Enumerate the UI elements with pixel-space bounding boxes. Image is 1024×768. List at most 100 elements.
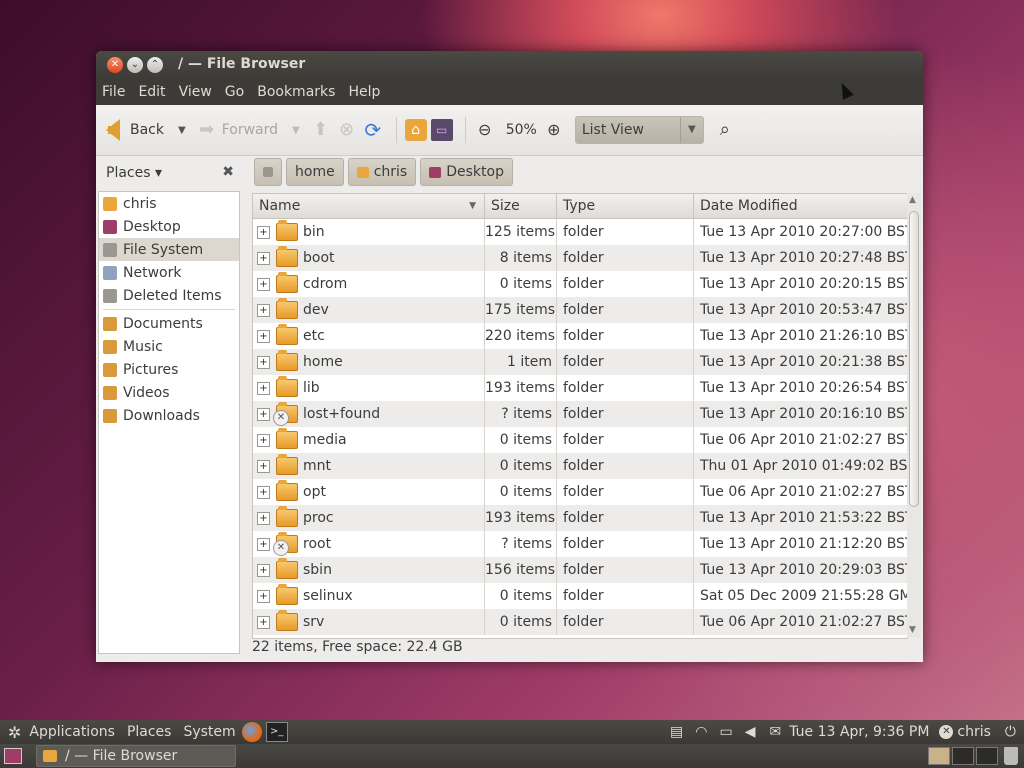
sidebar-item-network[interactable]: Network bbox=[99, 261, 239, 284]
table-row[interactable]: + srv 0 items folder Tue 06 Apr 2010 21:02:2… bbox=[253, 609, 907, 635]
expand-icon[interactable]: + bbox=[257, 355, 270, 369]
scrollbar-thumb[interactable] bbox=[909, 211, 919, 507]
expand-icon[interactable]: + bbox=[257, 381, 270, 395]
workspace-switcher-3[interactable] bbox=[976, 747, 998, 765]
table-row[interactable]: + lib 193 items folder Tue 13 Apr 2010 20:26… bbox=[253, 375, 907, 401]
taskbar-item-file-browser[interactable]: / — File Browser bbox=[36, 745, 236, 767]
search-icon[interactable]: ⌕ bbox=[714, 119, 736, 141]
column-header-type[interactable]: Type bbox=[557, 194, 694, 218]
expand-icon[interactable]: + bbox=[257, 251, 270, 265]
table-row[interactable]: + mnt 0 items folder Thu 01 Apr 2010 01:49:0… bbox=[253, 453, 907, 479]
zoom-in-icon[interactable]: ⊕ bbox=[543, 119, 565, 141]
breadcrumb-root[interactable] bbox=[254, 158, 282, 186]
column-header-size[interactable]: Size bbox=[485, 194, 557, 218]
trash-icon[interactable] bbox=[1004, 747, 1018, 765]
clipboard-icon[interactable]: ▤ bbox=[670, 724, 683, 740]
expand-icon[interactable]: + bbox=[257, 563, 270, 577]
sidebar-item-deleted-items[interactable]: Deleted Items bbox=[99, 284, 239, 307]
breadcrumb-chris[interactable]: chris bbox=[347, 158, 417, 186]
back-history-dropdown[interactable]: ▼ bbox=[178, 125, 186, 136]
menu-go[interactable]: Go bbox=[225, 84, 244, 100]
table-row[interactable]: + boot 8 items folder Tue 13 Apr 2010 20:27:… bbox=[253, 245, 907, 271]
table-row[interactable]: + cdrom 0 items folder Tue 13 Apr 2010 20:20… bbox=[253, 271, 907, 297]
expand-icon[interactable]: + bbox=[257, 615, 270, 629]
minimize-window-button[interactable]: ⌄ bbox=[127, 57, 143, 73]
zoom-out-icon[interactable]: ⊖ bbox=[474, 119, 496, 141]
close-sidebar-icon[interactable]: ✖ bbox=[222, 164, 234, 180]
expand-icon[interactable]: + bbox=[257, 589, 270, 603]
ubuntu-logo-icon[interactable]: ✲ bbox=[8, 723, 21, 742]
table-row[interactable]: + etc 220 items folder Tue 13 Apr 2010 21:26… bbox=[253, 323, 907, 349]
column-header-date-modified[interactable]: Date Modified bbox=[694, 194, 907, 218]
power-icon[interactable]: ⏻ bbox=[1005, 724, 1016, 740]
table-row[interactable]: + media 0 items folder Tue 06 Apr 2010 21:02… bbox=[253, 427, 907, 453]
table-row[interactable]: + selinux 0 items folder Sat 05 Dec 2009 21:… bbox=[253, 583, 907, 609]
title-bar[interactable]: ✕ ⌄ ⌃ / — File Browser bbox=[96, 51, 923, 79]
computer-icon[interactable]: ▭ bbox=[430, 119, 453, 141]
menu-places[interactable]: Places bbox=[127, 724, 172, 740]
scroll-up-icon[interactable]: ▲ bbox=[909, 195, 916, 205]
table-row[interactable]: + home 1 item folder Tue 13 Apr 2010 20:21:3… bbox=[253, 349, 907, 375]
workspace-switcher-2[interactable] bbox=[952, 747, 974, 765]
up-arrow-icon[interactable]: ⬆ bbox=[310, 119, 332, 141]
close-window-button[interactable]: ✕ bbox=[107, 57, 123, 73]
forward-history-dropdown[interactable]: ▼ bbox=[292, 125, 300, 136]
breadcrumb-desktop[interactable]: Desktop bbox=[420, 158, 513, 186]
show-desktop-icon[interactable] bbox=[4, 748, 22, 764]
terminal-icon[interactable]: >_ bbox=[265, 722, 288, 742]
sidebar-item-videos[interactable]: Videos bbox=[99, 381, 239, 404]
table-row[interactable]: + ✕ root ? items folder Tue 13 Apr 2010 21:12… bbox=[253, 531, 907, 557]
menu-view[interactable]: View bbox=[179, 84, 212, 100]
back-button[interactable]: Back ▼ bbox=[106, 119, 186, 141]
expand-icon[interactable]: + bbox=[257, 225, 270, 239]
vertical-scrollbar[interactable]: ▲ ▼ bbox=[907, 193, 921, 637]
wifi-icon[interactable]: ◠ bbox=[695, 724, 707, 740]
maximize-window-button[interactable]: ⌃ bbox=[147, 57, 163, 73]
workspace-switcher-1[interactable] bbox=[928, 747, 950, 765]
firefox-icon[interactable] bbox=[241, 722, 262, 742]
user-status-icon[interactable]: ✕ bbox=[939, 725, 954, 739]
menu-bookmarks[interactable]: Bookmarks bbox=[257, 84, 335, 100]
menu-file[interactable]: File bbox=[102, 84, 125, 100]
scroll-down-icon[interactable]: ▼ bbox=[909, 625, 916, 635]
battery-icon[interactable]: ▭ bbox=[719, 724, 732, 740]
menu-edit[interactable]: Edit bbox=[138, 84, 165, 100]
expand-icon[interactable]: + bbox=[257, 329, 270, 343]
forward-button[interactable]: ➡ Forward ▼ bbox=[196, 119, 300, 141]
sidebar-item-documents[interactable]: Documents bbox=[99, 312, 239, 335]
expand-icon[interactable]: + bbox=[257, 459, 270, 473]
table-row[interactable]: + sbin 156 items folder Tue 13 Apr 2010 20:2… bbox=[253, 557, 907, 583]
expand-icon[interactable]: + bbox=[257, 537, 270, 551]
home-icon[interactable]: ⌂ bbox=[404, 119, 427, 141]
expand-icon[interactable]: + bbox=[257, 303, 270, 317]
sidebar-item-desktop[interactable]: Desktop bbox=[99, 215, 239, 238]
clock[interactable]: Tue 13 Apr, 9:36 PM bbox=[789, 724, 929, 740]
table-row[interactable]: + opt 0 items folder Tue 06 Apr 2010 21:02:2… bbox=[253, 479, 907, 505]
menu-help[interactable]: Help bbox=[348, 84, 380, 100]
reload-icon[interactable]: ⟳ bbox=[362, 119, 384, 141]
table-row[interactable]: + dev 175 items folder Tue 13 Apr 2010 20:53… bbox=[253, 297, 907, 323]
expand-icon[interactable]: + bbox=[257, 277, 270, 291]
table-row[interactable]: + ✕ lost+found ? items folder Tue 13 Apr 2010… bbox=[253, 401, 907, 427]
column-header-name[interactable]: Name ▼ bbox=[253, 194, 485, 218]
table-row[interactable]: + bin 125 items folder Tue 13 Apr 2010 20:27… bbox=[253, 219, 907, 245]
places-dropdown[interactable]: Places ▾ bbox=[106, 165, 162, 181]
places-header[interactable]: Places ▾ ✖ bbox=[96, 155, 244, 191]
expand-icon[interactable]: + bbox=[257, 407, 270, 421]
sidebar-item-downloads[interactable]: Downloads bbox=[99, 404, 239, 427]
breadcrumb-home[interactable]: home bbox=[286, 158, 344, 186]
expand-icon[interactable]: + bbox=[257, 433, 270, 447]
table-row[interactable]: + proc 193 items folder Tue 13 Apr 2010 21:5… bbox=[253, 505, 907, 531]
mail-icon[interactable]: ✉ bbox=[770, 724, 782, 740]
sidebar-item-file-system[interactable]: File System bbox=[99, 238, 239, 261]
stop-icon[interactable]: ⊗ bbox=[336, 119, 358, 141]
expand-icon[interactable]: + bbox=[257, 485, 270, 499]
menu-system[interactable]: System bbox=[183, 724, 235, 740]
sidebar-item-music[interactable]: Music bbox=[99, 335, 239, 358]
user-name[interactable]: chris bbox=[957, 724, 991, 740]
view-mode-select[interactable]: List View ▼ bbox=[574, 116, 704, 144]
sidebar-item-pictures[interactable]: Pictures bbox=[99, 358, 239, 381]
menu-applications[interactable]: Applications bbox=[29, 724, 115, 740]
expand-icon[interactable]: + bbox=[257, 511, 270, 525]
sidebar-item-chris[interactable]: chris bbox=[99, 192, 239, 215]
